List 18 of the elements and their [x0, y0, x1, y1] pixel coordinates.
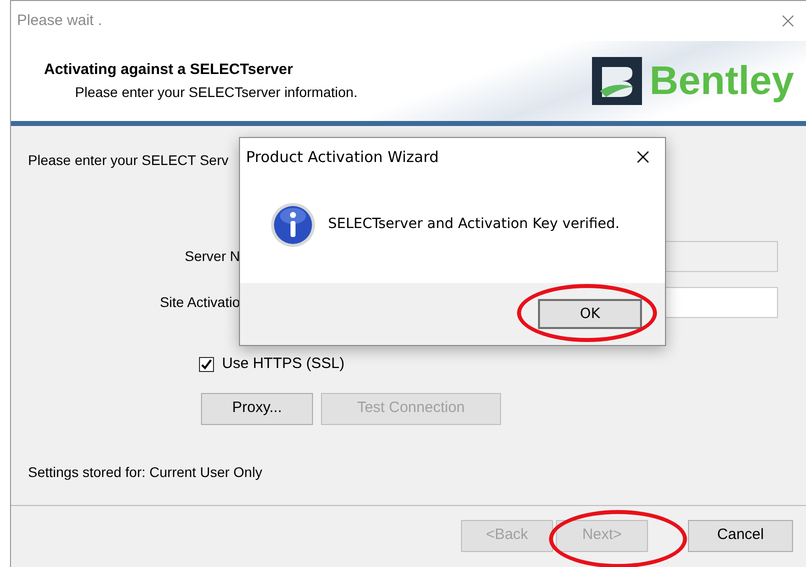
button[interactable]: Proxy...: [201, 392, 313, 424]
intro-text: Please enter your SELECT Serv: [28, 151, 229, 170]
info-icon: [270, 202, 316, 248]
dialog-title: Product Activation Wizard: [246, 146, 439, 168]
window-title: Please wait .: [17, 10, 102, 31]
ok-button[interactable]: OK: [538, 299, 642, 329]
logo-text: Bentley: [650, 61, 794, 101]
header-title: Activating against a SELECTserver: [44, 60, 294, 80]
settings-text: Settings stored for: Current User Only: [28, 462, 264, 482]
field-label: Site Activatio: [160, 293, 240, 312]
checkbox-label: Use HTTPS (SSL): [222, 354, 345, 374]
button[interactable]: Cancel: [688, 520, 793, 552]
dialog-message: SELECTserver and Activation Key verified.: [328, 215, 620, 234]
checkbox[interactable]: [199, 356, 214, 372]
header-subtitle: Please enter your SELECTserver information.: [74, 82, 358, 102]
field-label: Server N: [184, 247, 240, 266]
logo-mark-icon: [592, 57, 642, 105]
checkmark-icon: [201, 358, 212, 370]
